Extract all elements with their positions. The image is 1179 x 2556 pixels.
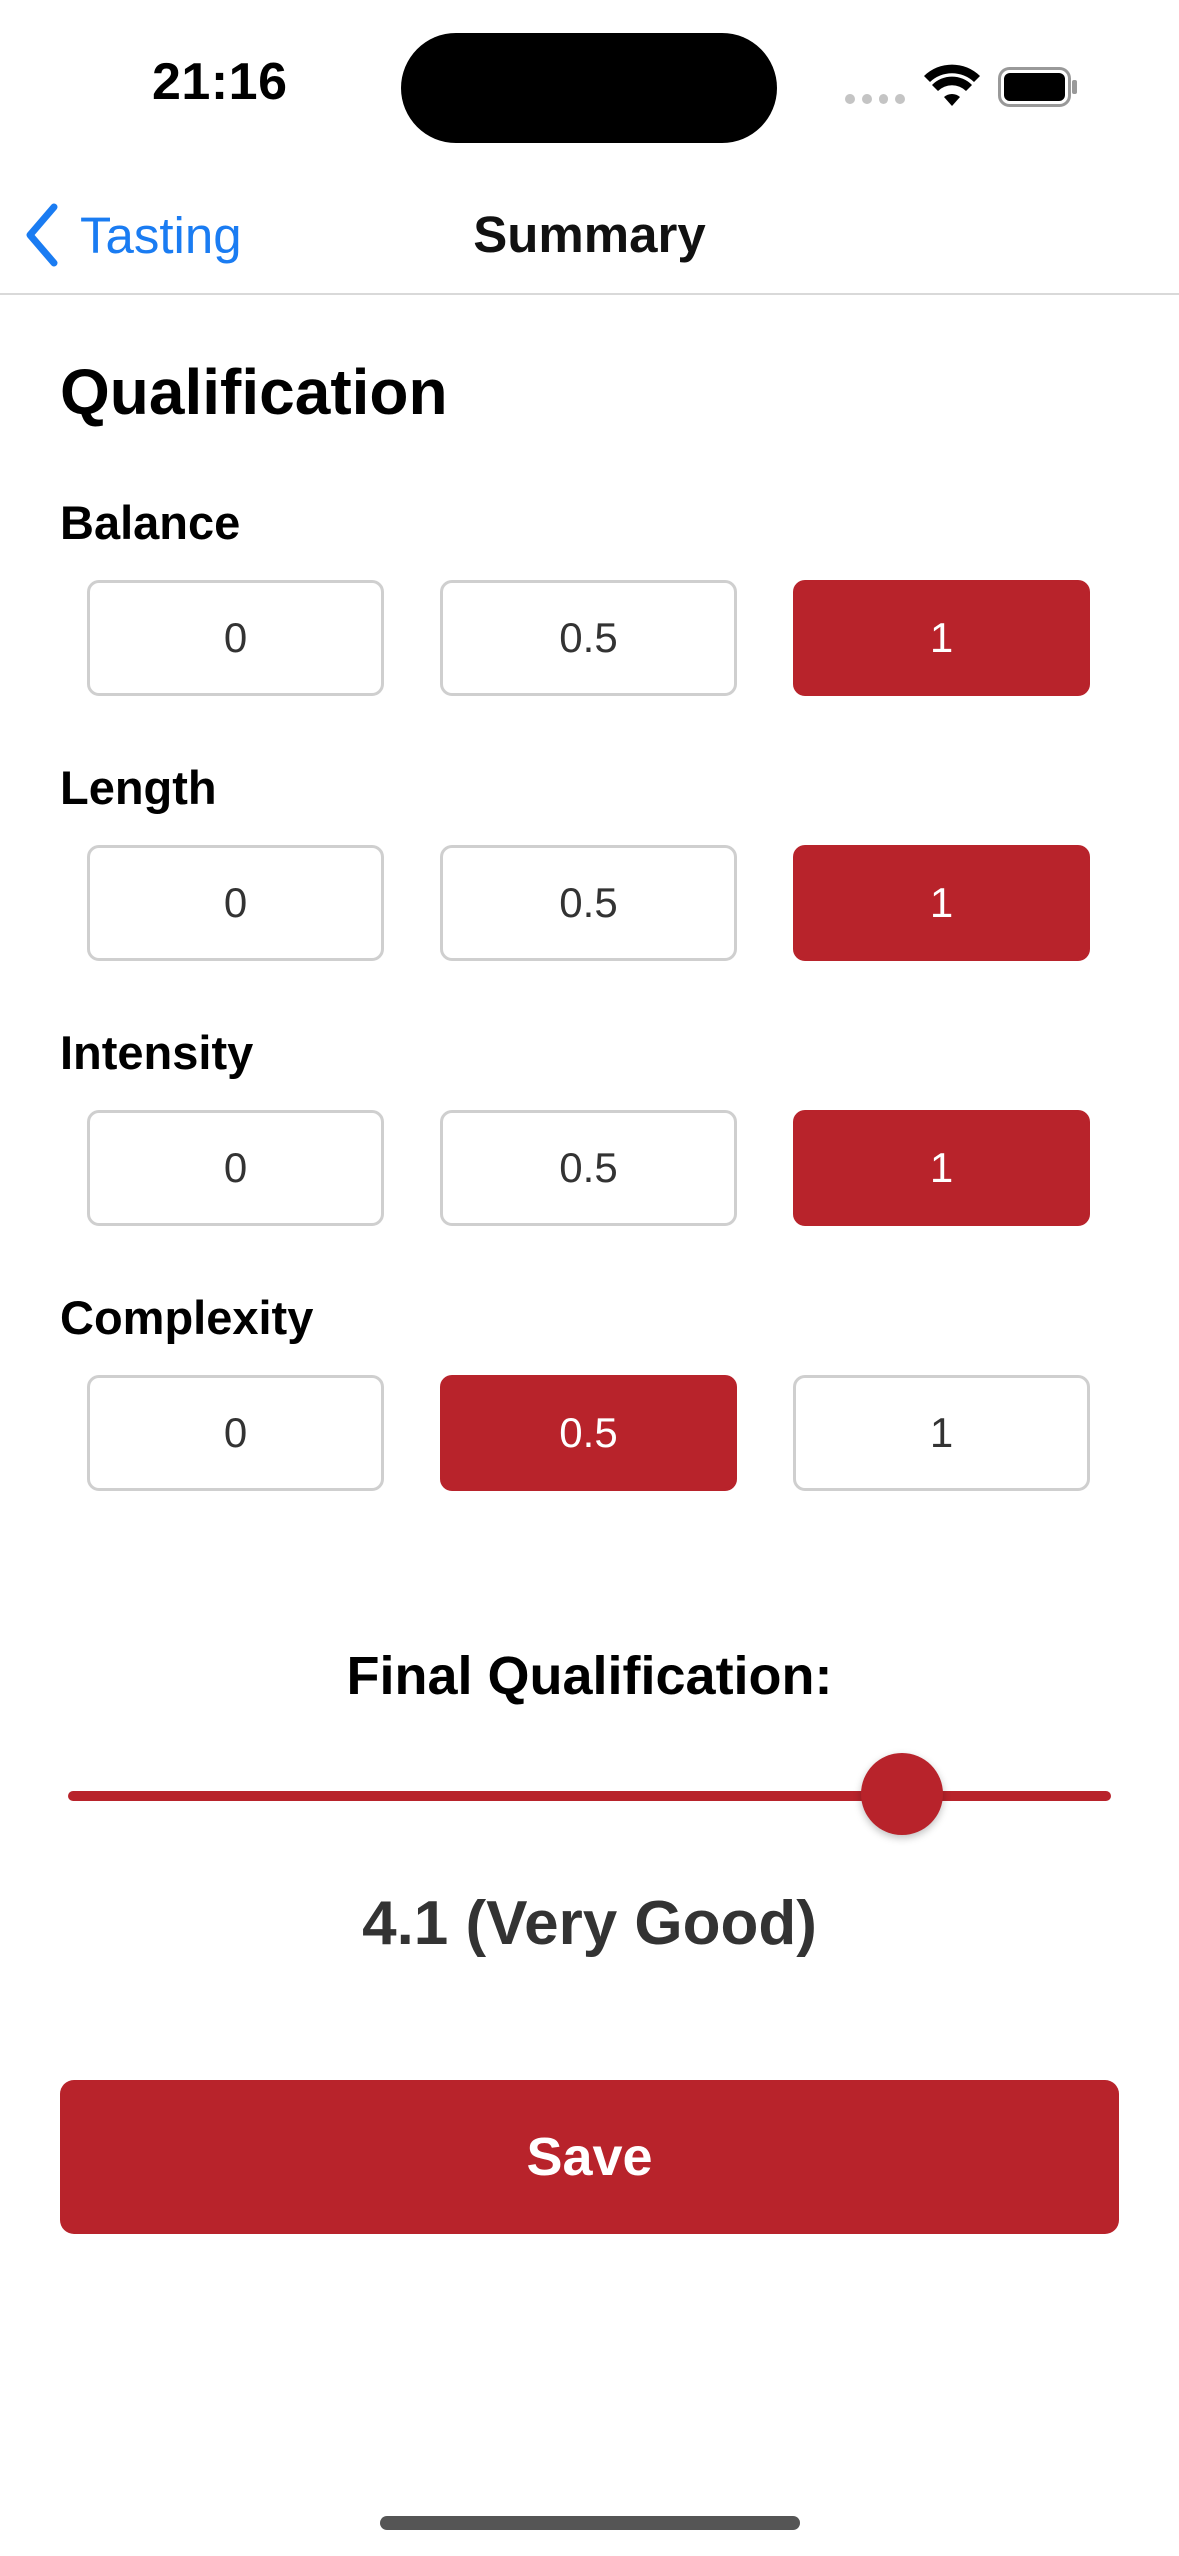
option-row-intensity: 0 0.5 1 bbox=[87, 1110, 1093, 1226]
wifi-icon bbox=[924, 64, 980, 106]
criterion-label-balance: Balance bbox=[60, 496, 241, 549]
option-button[interactable]: 0 bbox=[87, 1110, 384, 1226]
option-button[interactable]: 0.5 bbox=[440, 845, 737, 961]
final-qualification-slider[interactable] bbox=[68, 1753, 1111, 1839]
criterion-label-complexity: Complexity bbox=[60, 1291, 314, 1344]
option-button[interactable]: 0 bbox=[87, 845, 384, 961]
option-button[interactable]: 1 bbox=[793, 1375, 1090, 1491]
option-button[interactable]: 1 bbox=[793, 1110, 1090, 1226]
option-button[interactable]: 0 bbox=[87, 580, 384, 696]
option-button[interactable]: 1 bbox=[793, 845, 1090, 961]
section-title: Qualification bbox=[60, 356, 448, 428]
criterion-label-length: Length bbox=[60, 761, 217, 814]
slider-track[interactable] bbox=[68, 1791, 1111, 1801]
cellular-signal-icon bbox=[845, 94, 905, 106]
final-qualification-label: Final Qualification: bbox=[346, 1646, 833, 1706]
option-button[interactable]: 0.5 bbox=[440, 1110, 737, 1226]
option-button[interactable]: 1 bbox=[793, 580, 1090, 696]
nav-divider bbox=[0, 293, 1179, 295]
slider-thumb[interactable] bbox=[861, 1753, 944, 1835]
option-button[interactable]: 0 bbox=[87, 1375, 384, 1491]
battery-icon bbox=[998, 67, 1077, 107]
save-button[interactable]: Save bbox=[60, 2080, 1119, 2234]
option-row-balance: 0 0.5 1 bbox=[87, 580, 1093, 696]
option-row-complexity: 0 0.5 1 bbox=[87, 1375, 1093, 1491]
option-button[interactable]: 0.5 bbox=[440, 580, 737, 696]
dynamic-island bbox=[401, 33, 777, 143]
option-button[interactable]: 0.5 bbox=[440, 1375, 737, 1491]
status-time: 21:16 bbox=[152, 53, 288, 111]
option-row-length: 0 0.5 1 bbox=[87, 845, 1093, 961]
criterion-label-intensity: Intensity bbox=[60, 1026, 254, 1079]
home-indicator bbox=[380, 2516, 800, 2530]
final-score: 4.1 (Very Good) bbox=[362, 1889, 817, 1958]
page-title: Summary bbox=[473, 206, 706, 263]
